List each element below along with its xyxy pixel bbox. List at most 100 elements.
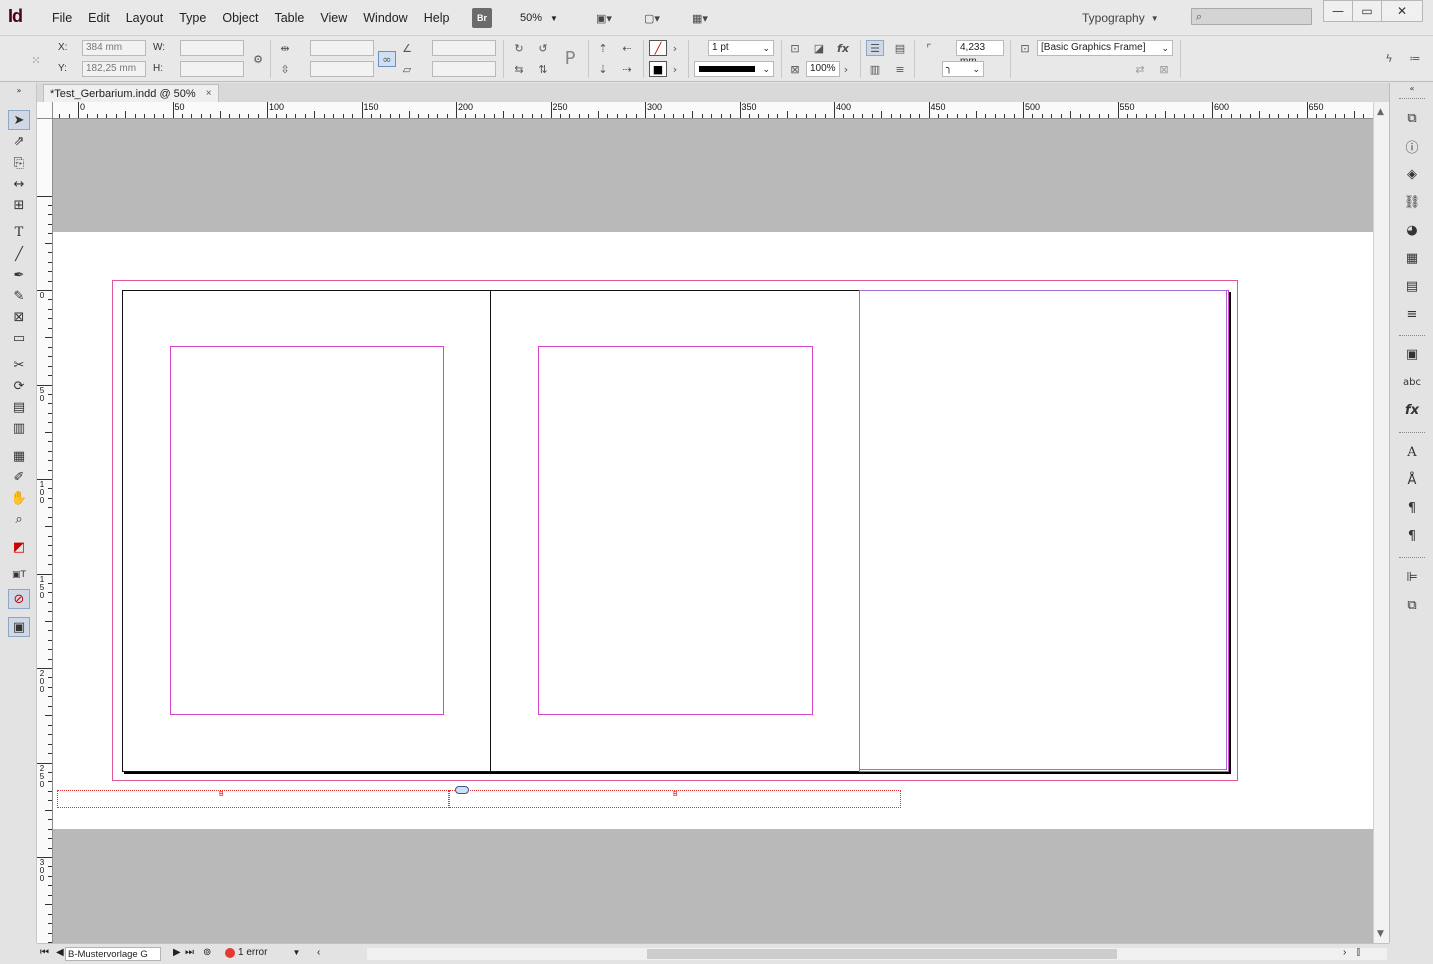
page-right[interactable]: [859, 290, 1229, 772]
preflight-status[interactable]: 1 error ▼: [225, 947, 300, 958]
scroll-up-icon[interactable]: ▲: [1377, 107, 1384, 117]
menu-file[interactable]: File: [44, 11, 80, 25]
search-input[interactable]: ⌕: [1191, 8, 1312, 25]
document-tab[interactable]: *Test_Gerbarium.indd @ 50% ×: [43, 84, 219, 102]
info-panel-icon[interactable]: ⓘ: [1402, 136, 1422, 156]
screen-mode-normal-icon[interactable]: ▣: [8, 617, 30, 637]
zoom-tool-icon[interactable]: ⌕: [8, 509, 30, 529]
layers-panel-icon[interactable]: ◈: [1402, 164, 1422, 184]
stroke-swatch-icon[interactable]: ■: [649, 61, 667, 77]
page-name-select[interactable]: B-Mustervorlage G: [65, 947, 161, 961]
flip-vertical-icon[interactable]: ⇅: [534, 61, 552, 77]
line-tool-icon[interactable]: ╱: [8, 244, 30, 264]
pages-panel-icon[interactable]: ⧉: [1402, 108, 1422, 128]
page-tool-icon[interactable]: ⎘: [8, 153, 30, 173]
fill-stroke-swatch-icon[interactable]: ◩: [8, 537, 30, 557]
direct-selection-tool-icon[interactable]: ⇗: [8, 131, 30, 151]
apply-style-icon[interactable]: ⊠: [1155, 61, 1173, 77]
scrollbar-thumb[interactable]: [647, 949, 1117, 959]
scissors-tool-icon[interactable]: ✂: [8, 355, 30, 375]
minimize-button[interactable]: —: [1323, 0, 1353, 22]
paragraph-panel-icon[interactable]: ¶: [1402, 498, 1422, 518]
selection-tool-icon[interactable]: ➤: [8, 110, 30, 130]
scroll-right-icon[interactable]: ›: [1343, 947, 1346, 958]
y-position-field[interactable]: 182,25 mm: [82, 61, 146, 77]
menu-edit[interactable]: Edit: [80, 11, 118, 25]
last-page-button[interactable]: ⏭: [185, 947, 194, 958]
rotate-angle-field[interactable]: [432, 40, 496, 56]
effects-panel-icon[interactable]: fx: [1402, 400, 1422, 420]
character-styles-icon[interactable]: Å: [1402, 470, 1422, 490]
apply-none-icon[interactable]: ⊘: [8, 589, 30, 609]
text-wrap-bbox-icon[interactable]: ▤: [891, 40, 909, 56]
pathfinder-panel-icon[interactable]: ⧉: [1402, 595, 1422, 615]
paragraph-styles-icon[interactable]: ¶: [1402, 526, 1422, 546]
arrange-documents-button[interactable]: ▦▾: [682, 8, 718, 28]
spelling-panel-icon[interactable]: abc: [1402, 372, 1422, 392]
stroke-panel-icon[interactable]: ≡: [1402, 304, 1422, 324]
menu-layout[interactable]: Layout: [118, 11, 172, 25]
chevron-right-icon[interactable]: ›: [669, 40, 681, 56]
menu-view[interactable]: View: [312, 11, 355, 25]
rotate-ccw-icon[interactable]: ↺: [534, 40, 552, 56]
x-position-field[interactable]: 384 mm: [82, 40, 146, 56]
horizontal-scrollbar[interactable]: [367, 948, 1387, 960]
select-next-icon[interactable]: ⇢: [618, 61, 636, 77]
scroll-down-icon[interactable]: ▼: [1377, 929, 1384, 939]
menu-object[interactable]: Object: [214, 11, 266, 25]
corner-options-icon[interactable]: ⌜: [920, 40, 938, 56]
rectangle-tool-icon[interactable]: ▭: [8, 328, 30, 348]
threaded-link-icon[interactable]: [455, 786, 469, 794]
note-tool-icon[interactable]: ▦: [8, 446, 30, 466]
pencil-tool-icon[interactable]: ✎: [8, 286, 30, 306]
swatches-panel-icon[interactable]: ▦: [1402, 248, 1422, 268]
object-style-select[interactable]: [Basic Graphics Frame] ⌄: [1037, 40, 1173, 56]
stroke-weight-field[interactable]: 1 pt ⌄: [708, 40, 774, 56]
document-canvas[interactable]: B B: [53, 119, 1373, 943]
formatting-container-icon[interactable]: ▣T: [8, 565, 30, 585]
gradient-panel-icon[interactable]: ▤: [1402, 276, 1422, 296]
free-transform-tool-icon[interactable]: ⟳: [8, 376, 30, 396]
page-left[interactable]: [122, 290, 491, 772]
eyedropper-tool-icon[interactable]: ✐: [8, 467, 30, 487]
scale-y-field[interactable]: [310, 61, 374, 77]
text-wrap-none-icon[interactable]: ☰: [866, 40, 884, 56]
corner-shape-select[interactable]: ╮ ⌄: [942, 61, 984, 77]
frame-fitting-icon[interactable]: ⊡: [786, 40, 804, 56]
link-scale-icon[interactable]: ∞: [378, 51, 396, 67]
text-wrap-shape-icon[interactable]: ▥: [866, 61, 884, 77]
width-field[interactable]: [180, 40, 244, 56]
reference-point-icon[interactable]: ⁙: [26, 50, 46, 70]
menu-type[interactable]: Type: [171, 11, 214, 25]
next-page-button[interactable]: ▶: [173, 947, 181, 958]
menu-table[interactable]: Table: [266, 11, 312, 25]
horizontal-ruler[interactable]: 0 50 100 150 200 250 300 350 400 450 500 550 600 650: [53, 102, 1373, 119]
gap-tool-icon[interactable]: ↔: [8, 174, 30, 194]
flip-horizontal-icon[interactable]: ⇆: [510, 61, 528, 77]
rectangle-frame-tool-icon[interactable]: ⊠: [8, 307, 30, 327]
scale-x-field[interactable]: [310, 40, 374, 56]
type-tool-icon[interactable]: T: [8, 222, 30, 242]
rotate-cw-icon[interactable]: ↻: [510, 40, 528, 56]
workspace-switcher[interactable]: Typography ▼: [1082, 8, 1177, 28]
chevron-right-icon[interactable]: ›: [669, 61, 681, 77]
split-view-icon[interactable]: ⫿: [1357, 947, 1360, 958]
panel-menu-icon[interactable]: ≔: [1406, 50, 1424, 66]
page-middle[interactable]: [490, 290, 860, 772]
text-wrap-panel-icon[interactable]: ▣: [1402, 344, 1422, 364]
first-page-button[interactable]: ⏮: [40, 947, 49, 958]
previous-page-button[interactable]: ◀: [56, 947, 64, 958]
quick-apply-icon[interactable]: ϟ: [1380, 50, 1398, 66]
ruler-origin[interactable]: [37, 102, 53, 119]
drop-shadow-icon[interactable]: ◪: [810, 40, 828, 56]
text-wrap-jump-icon[interactable]: ≡: [891, 61, 909, 77]
height-field[interactable]: [180, 61, 244, 77]
vertical-ruler[interactable]: 0 5 0 1 0 0 1 5 0 2 0 0 2 5 0 3 0 0: [37, 119, 53, 943]
select-content-icon[interactable]: ⇣: [594, 61, 612, 77]
constrain-proportions-icon[interactable]: ⚙: [249, 51, 267, 67]
collapse-panel-icon[interactable]: »: [8, 86, 30, 95]
gradient-feather-tool-icon[interactable]: ▥: [8, 418, 30, 438]
hand-tool-icon[interactable]: ✋: [8, 488, 30, 508]
opacity-field[interactable]: 100%: [806, 61, 840, 77]
effects-fx-icon[interactable]: fx: [834, 40, 852, 56]
